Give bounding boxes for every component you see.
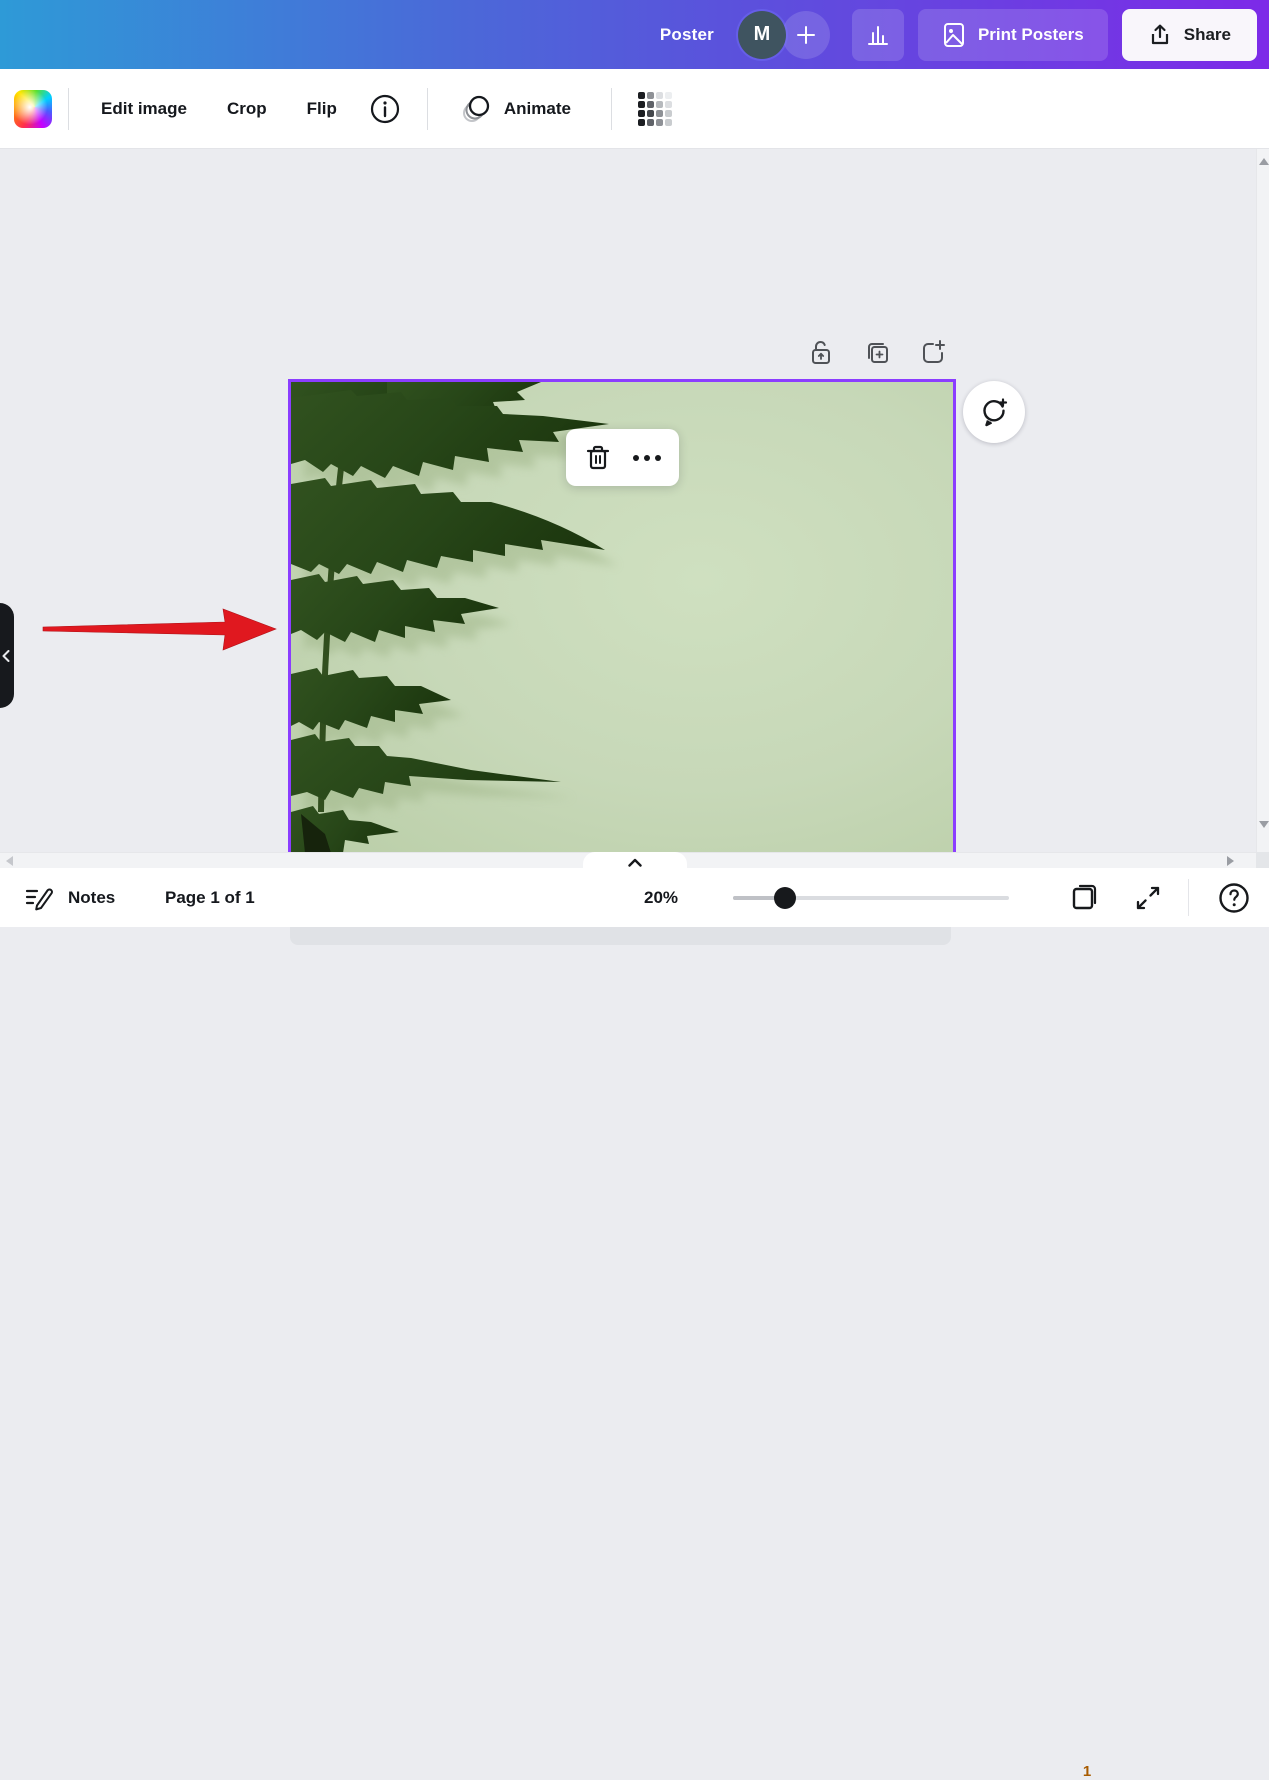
zoom-slider-track[interactable] [733,896,1009,900]
help-icon [1217,881,1251,915]
print-posters-button[interactable]: Print Posters [918,9,1108,61]
share-button[interactable]: Share [1122,9,1257,61]
grid-view-button[interactable] [1068,868,1104,927]
help-button[interactable] [1217,868,1251,927]
scroll-up-arrow-icon[interactable] [1259,158,1269,165]
transparency-icon [638,92,672,126]
timeline-expand-tab[interactable] [583,852,687,869]
scroll-down-arrow-icon[interactable] [1259,821,1269,828]
toolbar-divider [427,88,428,130]
edit-toolbar: Edit image Crop Flip Animate [0,69,1269,148]
more-dots-icon [633,455,661,461]
lock-icon [808,339,834,367]
add-comment-button[interactable] [963,381,1025,443]
zoom-slider[interactable] [733,868,1009,927]
add-member-button[interactable] [782,11,830,59]
plus-icon [795,24,817,46]
scroll-right-arrow-icon[interactable] [1227,856,1234,866]
app-header: Poster M Print Posters Share [0,0,1269,69]
duplicate-icon [863,339,891,367]
toolbar-divider [611,88,612,130]
animate-icon [460,94,494,124]
sidebar-collapse-handle[interactable] [0,603,14,708]
color-filter-icon[interactable] [14,90,52,128]
pages-icon [1068,880,1104,916]
bar-chart-icon [865,22,891,48]
chevron-up-icon [628,858,642,867]
add-page-above-button[interactable] [918,338,948,368]
grid-view-page-number: 1 [1076,1763,1098,1780]
comment-add-icon [978,396,1010,428]
red-arrow-annotation [40,603,280,655]
zoom-level-label[interactable]: 20% [644,868,678,927]
lock-button[interactable] [806,338,836,368]
animate-button[interactable]: Animate [444,84,587,134]
info-icon [369,93,401,125]
avatar[interactable]: M [738,11,786,59]
image-icon [942,22,966,48]
notes-icon [24,885,54,911]
transparency-button[interactable] [628,84,682,134]
toolbar-divider [68,88,69,130]
fullscreen-button[interactable] [1133,868,1163,927]
zoom-slider-knob[interactable] [774,887,796,909]
scrollbar-corner [1256,852,1269,868]
page-indicator[interactable]: Page 1 of 1 [165,868,255,927]
expand-icon [1133,883,1163,913]
notes-button[interactable]: Notes [20,868,119,927]
insights-button[interactable] [852,9,904,61]
status-bar: Notes Page 1 of 1 20% 1 [0,868,1269,927]
add-page-icon [919,339,947,367]
canvas-workspace: + Add page [0,148,1269,868]
vertical-scrollbar[interactable] [1256,148,1269,852]
duplicate-button[interactable] [862,338,892,368]
print-posters-label: Print Posters [978,25,1084,45]
trash-icon [584,443,612,473]
more-options-button[interactable] [629,440,665,476]
collapse-chevron-icon [2,650,10,662]
animate-label: Animate [504,99,571,119]
crop-button[interactable]: Crop [211,89,283,129]
avatar-initial: M [754,23,771,46]
footer-divider [1188,879,1189,916]
selection-actions [806,338,948,368]
flip-button[interactable]: Flip [291,89,353,129]
element-mini-toolbar [566,429,679,486]
delete-button[interactable] [580,440,616,476]
notes-label: Notes [68,888,115,908]
share-upload-icon [1148,23,1172,47]
info-button[interactable] [359,85,411,133]
share-label: Share [1184,25,1231,45]
document-title[interactable]: Poster [660,25,714,45]
account-group: M [738,11,830,59]
scroll-left-arrow-icon[interactable] [6,856,13,866]
edit-image-button[interactable]: Edit image [85,89,203,129]
